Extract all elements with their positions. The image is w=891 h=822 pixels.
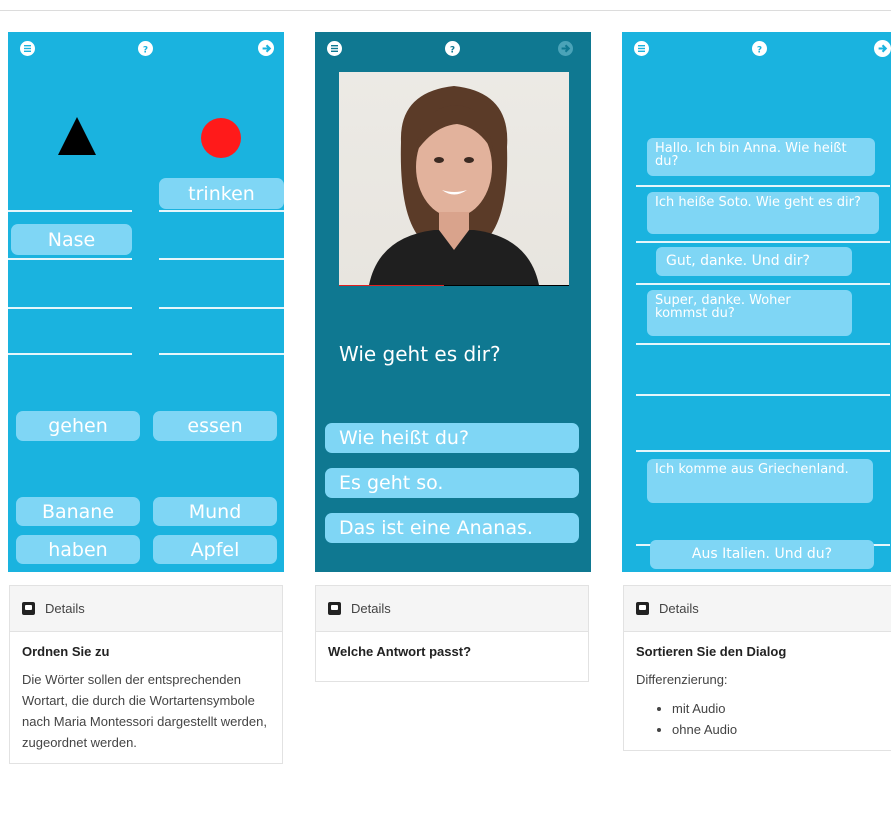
details-toggle[interactable]: Details xyxy=(10,586,282,632)
drop-line[interactable] xyxy=(159,258,284,260)
top-divider xyxy=(0,10,891,11)
drop-line[interactable] xyxy=(8,210,132,212)
word-tile[interactable]: Apfel xyxy=(153,535,277,564)
drop-line[interactable] xyxy=(636,450,890,452)
next-arrow-icon[interactable] xyxy=(258,40,274,56)
video-progress-bar[interactable] xyxy=(339,285,444,286)
answer-option[interactable]: Wie heißt du? xyxy=(325,423,579,453)
exercise-title: Ordnen Sie zu xyxy=(22,644,110,659)
menu-icon[interactable] xyxy=(634,41,649,56)
svg-text:?: ? xyxy=(143,45,148,54)
details-body: Sortieren Sie den Dialog Differenzierung… xyxy=(624,632,891,750)
exercise-card-video-quiz[interactable]: ? Wie geht es dir? Wie heißt du? Es geht… xyxy=(315,32,591,572)
svg-text:?: ? xyxy=(450,45,455,54)
exercise-description: Differenzierung: xyxy=(636,672,728,687)
help-icon[interactable]: ? xyxy=(752,41,767,56)
dialog-line[interactable]: Ich heiße Soto. Wie geht es dir? xyxy=(647,192,879,234)
word-tile[interactable]: gehen xyxy=(16,411,140,441)
word-tile[interactable]: haben xyxy=(16,535,140,564)
video-frame xyxy=(339,72,569,285)
differentiation-list: mit Audio ohne Audio xyxy=(636,698,884,740)
answer-option[interactable]: Es geht so. xyxy=(325,468,579,498)
video-player[interactable] xyxy=(339,72,569,286)
dialog-line[interactable]: Aus Italien. Und du? xyxy=(650,540,874,569)
details-label: Details xyxy=(659,601,699,616)
dialog-line[interactable]: Hallo. Ich bin Anna. Wie heißt du? xyxy=(647,138,875,176)
details-panel: Details Ordnen Sie zu Die Wörter sollen … xyxy=(9,585,283,764)
help-icon[interactable]: ? xyxy=(445,41,460,56)
answer-option[interactable]: Das ist eine Ananas. xyxy=(325,513,579,543)
menu-icon[interactable] xyxy=(327,41,342,56)
details-label: Details xyxy=(351,601,391,616)
help-icon[interactable]: ? xyxy=(138,41,153,56)
drop-line[interactable] xyxy=(636,343,890,345)
drop-line[interactable] xyxy=(159,353,284,355)
dialog-line[interactable]: Super, danke. Woher kommst du? xyxy=(647,290,852,336)
exercise-title: Welche Antwort passt? xyxy=(328,644,472,659)
drop-line[interactable] xyxy=(159,210,284,212)
exercise-title: Sortieren Sie den Dialog xyxy=(636,644,787,659)
details-icon xyxy=(636,602,649,615)
list-item: mit Audio xyxy=(672,698,884,719)
word-tile[interactable]: essen xyxy=(153,411,277,441)
menu-icon[interactable] xyxy=(20,41,35,56)
drop-line[interactable] xyxy=(159,307,284,309)
drop-line[interactable] xyxy=(636,185,890,187)
drop-line[interactable] xyxy=(8,353,132,355)
dialog-line[interactable]: Ich komme aus Griechenland. xyxy=(647,459,873,503)
details-toggle[interactable]: Details xyxy=(316,586,588,632)
drop-line[interactable] xyxy=(8,258,132,260)
video-controls xyxy=(339,285,569,286)
triangle-symbol-icon xyxy=(58,117,96,155)
svg-text:?: ? xyxy=(757,45,762,54)
drop-line[interactable] xyxy=(636,283,890,285)
details-toggle[interactable]: Details xyxy=(624,586,891,632)
question-text: Wie geht es dir? xyxy=(339,342,501,366)
list-item: ohne Audio xyxy=(672,719,884,740)
drop-line[interactable] xyxy=(636,394,890,396)
details-icon xyxy=(328,602,341,615)
details-body: Ordnen Sie zu Die Wörter sollen der ents… xyxy=(10,632,282,763)
speaker-portrait-image xyxy=(369,86,539,285)
next-arrow-icon[interactable] xyxy=(558,41,573,56)
next-arrow-icon[interactable] xyxy=(874,40,891,57)
dialog-line[interactable]: Gut, danke. Und dir? xyxy=(656,247,852,276)
drop-line[interactable] xyxy=(8,307,132,309)
word-tile[interactable]: Nase xyxy=(11,224,132,255)
exercise-description: Die Wörter sollen der entsprechenden Wor… xyxy=(22,672,267,750)
drop-line[interactable] xyxy=(636,241,890,243)
word-tile[interactable]: Banane xyxy=(16,497,140,526)
exercise-card-sort-words[interactable]: ? trinken Nase gehen essen Banane Mund h… xyxy=(8,32,284,572)
details-label: Details xyxy=(45,601,85,616)
details-panel: Details Sortieren Sie den Dialog Differe… xyxy=(623,585,891,751)
exercise-card-dialog-sort[interactable]: ? Hallo. Ich bin Anna. Wie heißt du? Ich… xyxy=(622,32,891,572)
word-tile[interactable]: trinken xyxy=(159,178,284,209)
word-tile[interactable]: Mund xyxy=(153,497,277,526)
details-icon xyxy=(22,602,35,615)
details-body: Welche Antwort passt? xyxy=(316,632,588,681)
details-panel: Details Welche Antwort passt? xyxy=(315,585,589,682)
red-circle-symbol-icon xyxy=(201,118,241,158)
